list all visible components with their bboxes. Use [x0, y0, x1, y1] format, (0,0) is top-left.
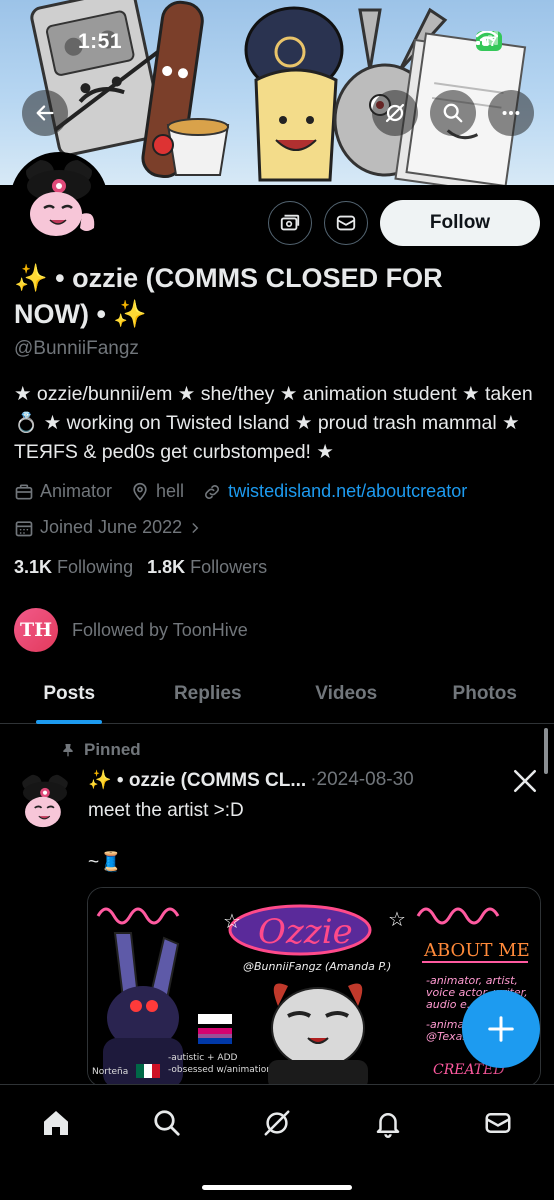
website-link[interactable]: twistedisland.net/aboutcreator [228, 481, 467, 502]
link-icon [205, 484, 220, 499]
media-about-heading: ABOUT ME [423, 940, 530, 961]
nav-messages[interactable] [476, 1101, 520, 1145]
media-note-1: -autistic + ADD [168, 1053, 238, 1063]
back-button[interactable] [22, 90, 68, 136]
bell-icon [376, 1113, 400, 1138]
arrow-left-icon [36, 105, 54, 121]
media-star: ☆ [223, 911, 241, 933]
home-indicator[interactable] [202, 1185, 352, 1190]
envelope-icon [485, 1113, 511, 1133]
grok-icon [264, 1110, 290, 1136]
profile-handle: @BunniiFangz [14, 338, 139, 359]
more-options-button[interactable] [488, 90, 534, 136]
profile-actions: Follow [268, 200, 540, 246]
grok-button[interactable] [372, 90, 418, 136]
followers-stat[interactable]: 1.8K Followers [147, 557, 267, 578]
follow-stats: 3.1K Following 1.8K Followers [14, 557, 267, 578]
nav-home[interactable] [34, 1101, 78, 1145]
avatar-image [14, 156, 104, 246]
tab-videos[interactable]: Videos [277, 664, 416, 723]
joined-date[interactable]: Joined June 2022 [14, 517, 202, 538]
briefcase-icon [15, 484, 33, 499]
profile-meta: Animator hell twistedisland.net/aboutcre… [14, 481, 485, 502]
followed-by-row[interactable]: TH Followed by ToonHive [14, 608, 248, 652]
following-stat[interactable]: 3.1K Following [14, 557, 133, 578]
tab-posts[interactable]: Posts [0, 664, 139, 723]
joined-text: Joined June 2022 [40, 517, 183, 537]
location-text: hell [156, 481, 185, 501]
grok-icon [385, 103, 405, 123]
media-note-2: -obsessed w/animation [168, 1065, 272, 1075]
profile-bio: ★ ozzie/bunnii/em ★ she/they ★ animation… [14, 383, 533, 463]
plus-icon [488, 1016, 514, 1042]
profession-text: Animator [40, 481, 113, 501]
compose-post-button[interactable] [462, 990, 540, 1068]
chevron-right-icon [192, 522, 199, 533]
post-date[interactable]: ·2024-08-30 [310, 769, 414, 791]
location-pin-icon [133, 482, 147, 501]
wifi-icon [476, 31, 499, 46]
pinned-label: Pinned [84, 740, 141, 759]
search-icon [443, 103, 463, 123]
search-icon [154, 1110, 180, 1136]
media-title: Ozzie [258, 912, 353, 952]
post-text-line-2: ~🧵 [88, 852, 123, 873]
subscribe-button[interactable] [268, 201, 312, 245]
followed-by-avatar[interactable]: TH [14, 608, 58, 652]
status-time: 1:51 [78, 30, 123, 53]
ellipsis-icon [502, 110, 520, 116]
x-icon [513, 769, 537, 793]
followed-by-text: Followed by ToonHive [72, 619, 248, 640]
tab-replies[interactable]: Replies [139, 664, 278, 723]
profile-avatar[interactable] [10, 152, 108, 250]
website[interactable]: twistedisland.net/aboutcreator [202, 481, 467, 502]
post-text: meet the artist >:D [88, 800, 244, 821]
following-count: 3.1K [14, 557, 53, 577]
search-button[interactable] [430, 90, 476, 136]
bottom-navigation [0, 1084, 554, 1200]
scrollbar[interactable] [544, 728, 548, 774]
media-nationality: Norteña [92, 1067, 128, 1077]
post-author-avatar[interactable] [14, 772, 76, 834]
profile-banner[interactable]: 1:51 97 [0, 0, 554, 185]
media-handle: @BunniiFangz (Amanda P.) [243, 960, 391, 973]
followers-label: Followers [190, 557, 268, 577]
nav-grok[interactable] [255, 1101, 299, 1145]
profile-display-name: ✨ • ozzie (COMMS CLOSED FOR NOW) • ✨ [14, 263, 443, 329]
subscriptions-icon [280, 214, 300, 231]
message-button[interactable] [324, 201, 368, 245]
post-author-name[interactable]: ✨ • ozzie (COMMS CL... [88, 768, 306, 792]
tab-photos[interactable]: Photos [416, 664, 554, 723]
follow-button[interactable]: Follow [380, 200, 540, 246]
envelope-icon [336, 215, 356, 231]
pinned-indicator: Pinned [60, 740, 141, 760]
x-logo-icon[interactable] [512, 768, 538, 799]
profession: Animator [14, 481, 112, 502]
status-indicators: 97 [476, 31, 502, 51]
status-bar: 1:51 97 [0, 0, 554, 80]
joined-row[interactable]: Joined June 2022 [14, 517, 220, 538]
post-avatar-image [14, 772, 76, 834]
following-label: Following [57, 557, 134, 577]
profile-tabs: Posts Replies Videos Photos [0, 664, 554, 724]
nav-notifications[interactable] [366, 1101, 410, 1145]
post-header: ✨ • ozzie (COMMS CL... ·2024-08-30 [88, 768, 468, 792]
pin-icon [63, 744, 73, 757]
media-star: ☆ [388, 909, 406, 931]
calendar-icon [15, 520, 33, 536]
home-icon [44, 1111, 68, 1135]
nav-search[interactable] [145, 1101, 189, 1145]
followers-count: 1.8K [147, 557, 186, 577]
location: hell [130, 481, 184, 502]
